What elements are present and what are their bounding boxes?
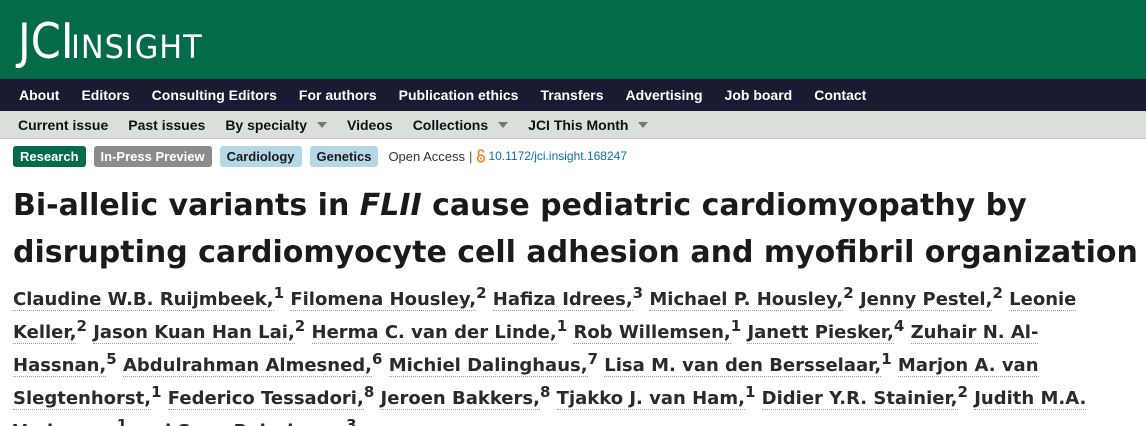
caret-down-icon xyxy=(317,121,328,128)
author-name[interactable]: Jenny Pestel, xyxy=(859,289,993,311)
author-affiliation: 2 xyxy=(843,284,854,302)
author-name[interactable]: Hafiza Idrees, xyxy=(492,289,633,311)
author-name[interactable]: Tjakko J. van Ham, xyxy=(556,388,745,410)
nav-jci-this-month[interactable]: JCI This Month xyxy=(518,111,658,139)
nav-collections-label: Collections xyxy=(412,116,489,133)
tag-in-press-preview[interactable]: In-Press Preview xyxy=(93,145,212,167)
author-affiliation: 1 xyxy=(730,317,742,335)
caret-down-icon xyxy=(638,121,649,128)
author-affiliation: 6 xyxy=(372,350,383,368)
author-affiliation: 2 xyxy=(76,317,87,335)
tag-genetics[interactable]: Genetics xyxy=(309,145,379,167)
author-name[interactable]: and Sven Reischauer xyxy=(133,421,347,426)
nav-consulting-editors[interactable]: Consulting Editors xyxy=(141,79,288,111)
nav-videos-label: Videos xyxy=(347,116,393,133)
author-affiliation: 1 xyxy=(151,383,162,401)
nav-by-specialty-label: By specialty xyxy=(225,116,308,133)
nav-past-issues[interactable]: Past issues xyxy=(118,111,215,139)
article-title: Bi-allelic variants in FLII cause pediat… xyxy=(0,170,1140,276)
author-name[interactable]: Filomena Housley, xyxy=(290,289,477,311)
site-header: JCI insight xyxy=(0,0,1146,79)
author-name[interactable]: Federico Tessadori, xyxy=(167,388,364,410)
tag-research[interactable]: Research xyxy=(13,145,86,167)
primary-nav: About Editors Consulting Editors For aut… xyxy=(0,79,1146,111)
article-tags: Research In-Press Preview Cardiology Gen… xyxy=(0,142,1146,170)
author-affiliation: 2 xyxy=(294,317,306,335)
nav-about[interactable]: About xyxy=(8,79,70,111)
nav-current-issue[interactable]: Current issue xyxy=(8,111,118,139)
author-affiliation: 2 xyxy=(476,284,487,302)
author-affiliation: 1 xyxy=(273,284,285,302)
author-affiliation: 8 xyxy=(363,383,375,401)
author-affiliation: 4 xyxy=(893,317,905,335)
nav-jci-this-month-label: JCI This Month xyxy=(528,116,629,133)
author-name[interactable]: Herma C. van der Linde, xyxy=(311,322,557,344)
author-name[interactable]: Michael P. Housley, xyxy=(649,289,844,311)
author-list: Claudine W.B. Ruijmbeek,1 Filomena Housl… xyxy=(0,276,1140,426)
author-affiliation: 5 xyxy=(106,350,117,368)
author-affiliation: 2 xyxy=(957,383,968,401)
nav-contact[interactable]: Contact xyxy=(803,79,877,111)
author-affiliation: 1 xyxy=(556,317,568,335)
author-name[interactable]: Didier Y.R. Stainier, xyxy=(761,388,958,410)
author-affiliation: 1 xyxy=(744,383,756,401)
author-name[interactable]: Lisa M. van den Bersselaar, xyxy=(604,355,882,377)
title-gene: FLII xyxy=(359,188,422,223)
tag-cardiology[interactable]: Cardiology xyxy=(219,145,302,167)
nav-current-issue-label: Current issue xyxy=(18,116,109,133)
logo-jci-text: JCI xyxy=(18,13,74,70)
nav-advertising[interactable]: Advertising xyxy=(615,79,714,111)
caret-down-icon xyxy=(498,121,509,128)
author-name[interactable]: Janett Piesker, xyxy=(747,322,894,344)
nav-by-specialty[interactable]: By specialty xyxy=(215,111,337,139)
author-name[interactable]: Abdulrahman Almesned, xyxy=(122,355,373,377)
separator: | xyxy=(469,148,473,164)
nav-collections[interactable]: Collections xyxy=(403,111,518,139)
author-affiliation: 7 xyxy=(587,350,599,368)
doi-link[interactable]: 10.1172/jci.insight.168247 xyxy=(488,149,627,163)
nav-editors[interactable]: Editors xyxy=(70,79,140,111)
nav-videos[interactable]: Videos xyxy=(337,111,403,139)
nav-transfers[interactable]: Transfers xyxy=(529,79,614,111)
author-name[interactable]: Claudine W.B. Ruijmbeek, xyxy=(13,289,274,311)
author-affiliation: 2 xyxy=(992,284,1003,302)
secondary-nav: Current issue Past issues By specialty V… xyxy=(0,111,1146,139)
author-affiliation: 1 xyxy=(116,416,128,426)
author-affiliation: 8 xyxy=(539,383,551,401)
open-access-label: Open Access xyxy=(388,148,466,164)
author-affiliation: 1 xyxy=(881,350,892,368)
author-name[interactable]: Jeroen Bakkers, xyxy=(380,388,540,410)
author-affiliation: 3 xyxy=(346,416,357,426)
author-name[interactable]: Jason Kuan Han Lai, xyxy=(93,322,295,344)
title-part-1: Bi-allelic variants in xyxy=(13,188,360,223)
author-name[interactable]: Rob Willemsen, xyxy=(573,322,731,344)
logo-insight-text: insight xyxy=(71,28,203,66)
author-name[interactable]: Michiel Dalinghaus, xyxy=(388,355,588,377)
nav-job-board[interactable]: Job board xyxy=(714,79,804,111)
nav-publication-ethics[interactable]: Publication ethics xyxy=(388,79,530,111)
nav-for-authors[interactable]: For authors xyxy=(288,79,388,111)
author-affiliation: 3 xyxy=(632,284,644,302)
nav-past-issues-label: Past issues xyxy=(128,116,206,133)
open-access-lock-icon xyxy=(476,149,486,163)
jci-insight-logo[interactable]: JCI insight xyxy=(18,6,210,72)
